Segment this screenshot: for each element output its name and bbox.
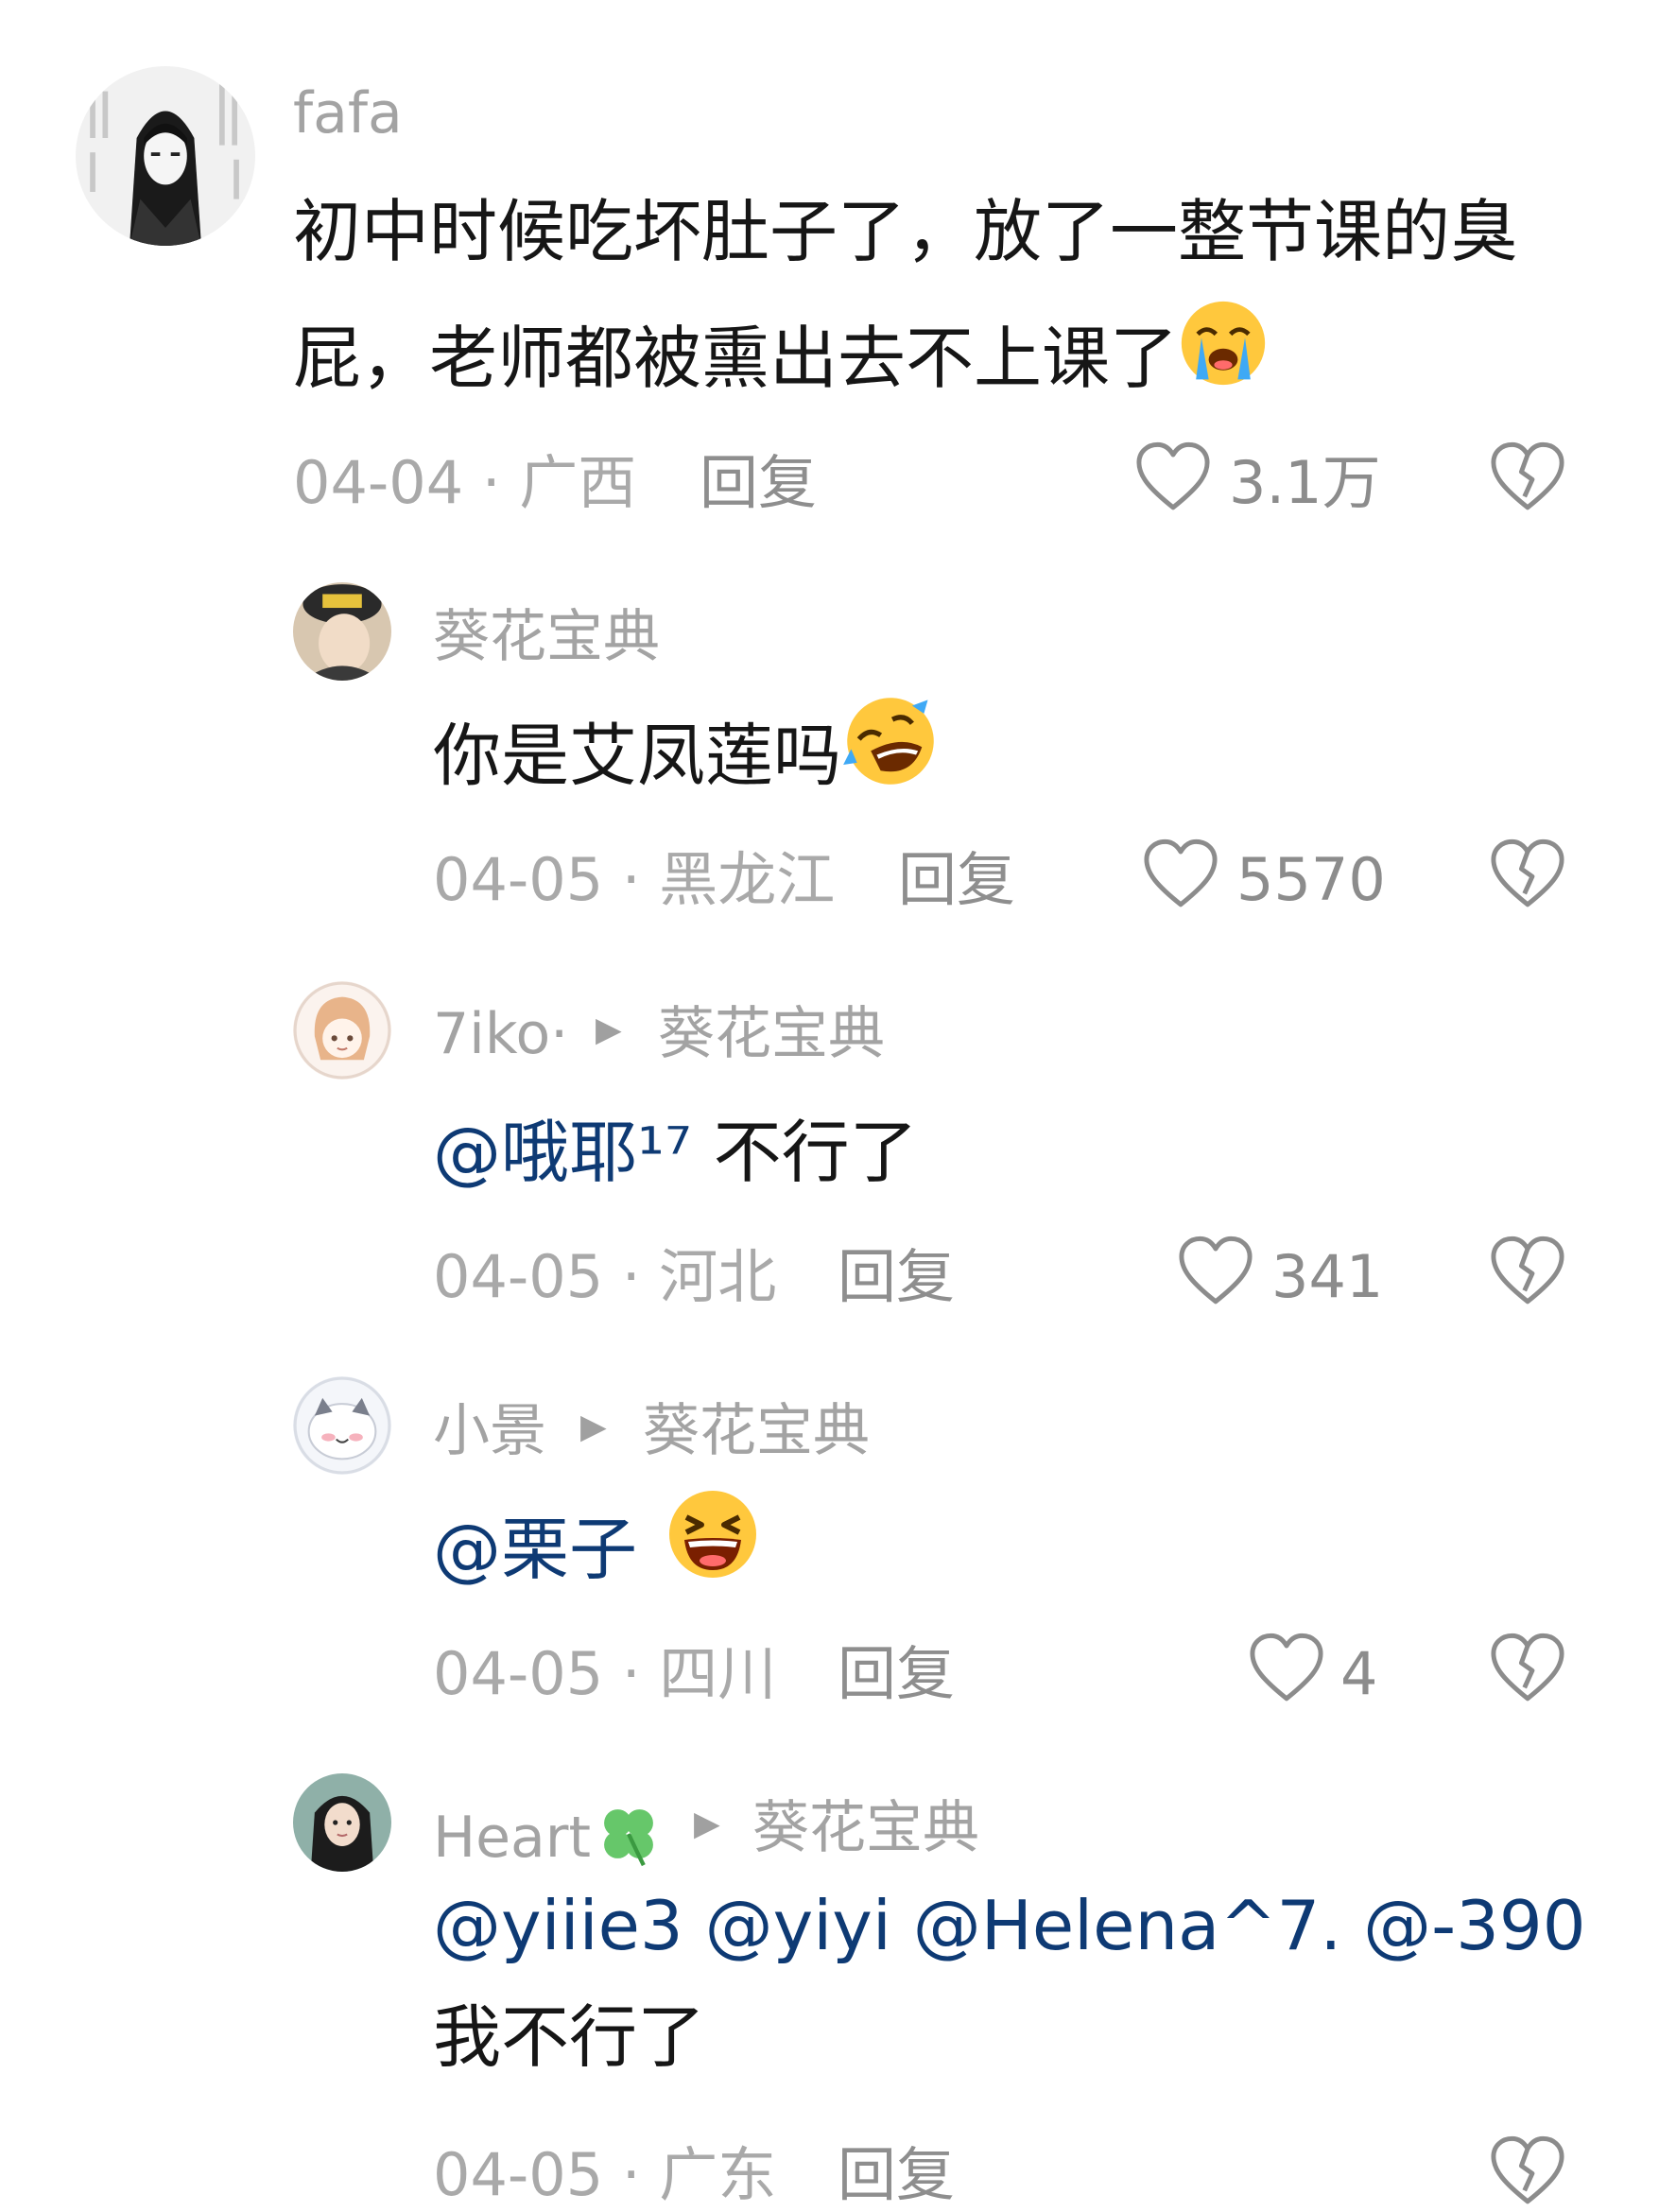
- dislike-broken-heart-icon[interactable]: [1489, 838, 1566, 909]
- reply-comment-item: 7iko· ▶ 葵花宝典 @哦耶¹⁷ 不行了 04-05 · 河北 回复 341: [0, 945, 1659, 1342]
- reply-to-username[interactable]: 葵花宝典: [643, 1403, 870, 1460]
- comment-date-location: 04-05 · 广东: [433, 2140, 777, 2209]
- comment-username[interactable]: 7iko·: [433, 1006, 568, 1063]
- reply-comment-item: Heart ▶ 葵花宝典 @yiiie3 @yiyi @Helena^7. @-…: [0, 1739, 1659, 2212]
- comment-text-line: 初中时候吃坏肚子了，放了一整节课的臭: [293, 192, 1519, 271]
- comment-content: @栗子: [433, 1486, 760, 1621]
- comment-content: 初中时候吃坏肚子了，放了一整节课的臭 屁，老师都被熏出去不上课了: [293, 168, 1518, 428]
- reply-comment-item: 葵花宝典 你是艾凤莲吗 04-05 · 黑龙江 回复 5570: [0, 548, 1659, 945]
- dislike-broken-heart-icon[interactable]: [1489, 441, 1566, 512]
- reply-button[interactable]: 回复: [898, 851, 1015, 909]
- avatar[interactable]: [293, 1376, 391, 1475]
- like-heart-icon[interactable]: [1142, 838, 1219, 909]
- avatar[interactable]: [293, 1773, 391, 1872]
- comment-item: fafa 初中时候吃坏肚子了，放了一整节课的臭 屁，老师都被熏出去不上课了 04…: [0, 0, 1659, 548]
- like-heart-icon[interactable]: [1248, 1632, 1325, 1703]
- dislike-broken-heart-icon[interactable]: [1489, 1632, 1566, 1703]
- like-count: 4: [1340, 1639, 1378, 1708]
- reply-button[interactable]: 回复: [838, 2146, 955, 2204]
- avatar[interactable]: [76, 66, 255, 246]
- reply-arrow-icon: ▶: [580, 1408, 607, 1446]
- reply-button[interactable]: 回复: [700, 454, 817, 512]
- comment-text-line: 屁，老师都被熏出去不上课了: [293, 295, 1518, 428]
- like-heart-icon[interactable]: [1177, 1235, 1254, 1306]
- comment-content: @哦耶¹⁷ 不行了: [433, 1113, 918, 1192]
- comment-username[interactable]: Heart: [433, 1800, 663, 1877]
- comment-content: @yiiie3 @yiyi @Helena^7. @-390 我不行了: [433, 1870, 1586, 2093]
- loudly-crying-face-icon: [1178, 298, 1269, 428]
- comment-username[interactable]: 葵花宝典: [433, 609, 660, 665]
- reply-arrow-icon: ▶: [694, 1805, 720, 1843]
- reply-button[interactable]: 回复: [838, 1248, 955, 1306]
- dislike-broken-heart-icon[interactable]: [1489, 1235, 1566, 1306]
- four-leaf-clover-icon: [595, 1800, 663, 1877]
- mention-link[interactable]: @栗子: [433, 1510, 637, 1589]
- comment-date-location: 04-05 · 四川: [433, 1639, 777, 1708]
- comment-date-location: 04-05 · 黑龙江: [433, 845, 836, 914]
- mention-links[interactable]: @yiiie3 @yiyi @Helena^7. @-390: [433, 1870, 1586, 1981]
- mention-link[interactable]: @哦耶¹⁷: [433, 1113, 692, 1192]
- like-count: 3.1万: [1229, 448, 1381, 517]
- reply-arrow-icon: ▶: [596, 1011, 622, 1049]
- comment-date-location: 04-05 · 河北: [433, 1242, 777, 1311]
- reply-button[interactable]: 回复: [838, 1645, 955, 1703]
- like-count: 341: [1271, 1242, 1384, 1311]
- avatar[interactable]: [293, 981, 391, 1080]
- avatar[interactable]: [293, 582, 391, 681]
- reply-to-username[interactable]: 葵花宝典: [752, 1800, 979, 1857]
- comment-username[interactable]: fafa: [293, 85, 403, 142]
- rolling-laughing-face-icon: [841, 692, 940, 830]
- grinning-squinting-face-icon: [665, 1487, 760, 1621]
- reply-comment-item: 小景 ▶ 葵花宝典 @栗子 04-05 · 四川 回复 4: [0, 1342, 1659, 1739]
- dislike-broken-heart-icon[interactable]: [1489, 2134, 1566, 2206]
- comment-content: 你是艾凤莲吗: [433, 692, 940, 830]
- comment-text-line: 我不行了: [433, 1997, 706, 2077]
- comment-date-location: 04-04 · 广西: [293, 448, 637, 517]
- reply-to-username[interactable]: 葵花宝典: [658, 1006, 885, 1063]
- like-count: 5570: [1236, 845, 1386, 914]
- like-heart-icon[interactable]: [1134, 441, 1212, 512]
- comment-username[interactable]: 小景: [433, 1403, 546, 1460]
